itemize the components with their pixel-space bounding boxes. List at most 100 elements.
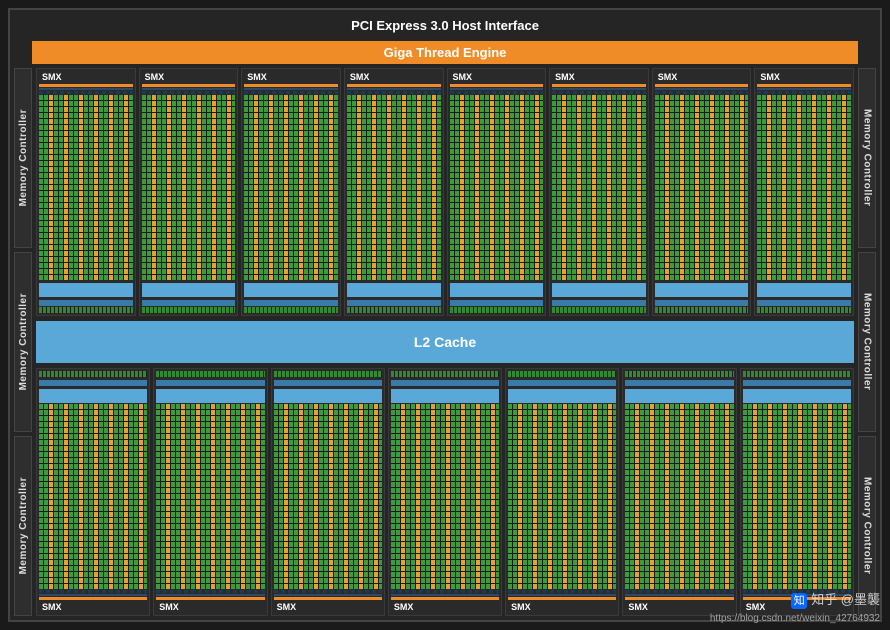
smx-dispatch-bar (142, 88, 236, 90)
smx-shared-mem (625, 389, 733, 403)
smx-scheduler-bar (743, 597, 851, 600)
smx-unit: SMX (36, 368, 150, 616)
smx-tex-units (743, 371, 851, 377)
memory-controller: Memory Controller (858, 68, 876, 248)
smx-tex-units (625, 371, 733, 377)
smx-label: SMX (156, 601, 264, 613)
smx-unit: SMX (447, 68, 547, 316)
smx-shared-mem (156, 389, 264, 403)
smx-core-grid (757, 95, 851, 280)
smx-l1-cache (743, 380, 851, 386)
smx-tex-units (757, 307, 851, 313)
smx-shared-mem (508, 389, 616, 403)
smx-register-row (391, 590, 499, 593)
smx-l1-cache (625, 380, 733, 386)
smx-dispatch-bar (391, 594, 499, 596)
memory-controller: Memory Controller (858, 436, 876, 616)
smx-l1-cache (244, 300, 338, 306)
memory-controller: Memory Controller (14, 68, 32, 248)
smx-shared-mem (142, 283, 236, 297)
smx-l1-cache (391, 380, 499, 386)
smx-core-grid (142, 95, 236, 280)
smx-core-grid (625, 404, 733, 589)
smx-shared-mem (757, 283, 851, 297)
smx-tex-units (391, 371, 499, 377)
smx-core-grid (655, 95, 749, 280)
smx-l1-cache (655, 300, 749, 306)
smx-label: SMX (244, 71, 338, 83)
smx-core-grid (274, 404, 382, 589)
smx-label: SMX (347, 71, 441, 83)
memory-controller: Memory Controller (14, 436, 32, 616)
smx-dispatch-bar (274, 594, 382, 596)
smx-dispatch-bar (743, 594, 851, 596)
memory-controller-label: Memory Controller (18, 109, 29, 206)
smx-label: SMX (450, 71, 544, 83)
smx-l1-cache (450, 300, 544, 306)
smx-l1-cache (757, 300, 851, 306)
smx-label: SMX (391, 601, 499, 613)
core-area: SMX SMX SMX SMX SMX SMX SMX SMX L2 Cache SMX SMX… (36, 68, 854, 616)
smx-dispatch-bar (655, 88, 749, 90)
smx-label: SMX (655, 71, 749, 83)
smx-register-row (142, 91, 236, 94)
smx-tex-units (655, 307, 749, 313)
smx-core-grid (244, 95, 338, 280)
smx-tex-units (39, 371, 147, 377)
smx-row-bottom: SMXSMXSMXSMXSMXSMXSMX (36, 368, 854, 616)
smx-scheduler-bar (757, 84, 851, 87)
smx-tex-units (156, 371, 264, 377)
smx-scheduler-bar (39, 597, 147, 600)
smx-register-row (508, 590, 616, 593)
smx-register-row (552, 91, 646, 94)
smx-shared-mem (39, 389, 147, 403)
smx-l1-cache (156, 380, 264, 386)
smx-scheduler-bar (347, 84, 441, 87)
smx-unit: SMX (241, 68, 341, 316)
smx-dispatch-bar (552, 88, 646, 90)
smx-l1-cache (142, 300, 236, 306)
smx-register-row (450, 91, 544, 94)
memory-controller: Memory Controller (14, 252, 32, 432)
smx-register-row (347, 91, 441, 94)
smx-core-grid (552, 95, 646, 280)
smx-shared-mem (552, 283, 646, 297)
memory-controller-column-right: Memory Controller Memory Controller Memory… (858, 68, 876, 616)
smx-unit: SMX (153, 368, 267, 616)
smx-dispatch-bar (450, 88, 544, 90)
smx-tex-units (552, 307, 646, 313)
smx-scheduler-bar (156, 597, 264, 600)
smx-scheduler-bar (244, 84, 338, 87)
smx-shared-mem (450, 283, 544, 297)
smx-unit: SMX (754, 68, 854, 316)
smx-shared-mem (39, 283, 133, 297)
pci-host-interface: PCI Express 3.0 Host Interface (14, 14, 876, 41)
smx-unit: SMX (36, 68, 136, 316)
smx-dispatch-bar (625, 594, 733, 596)
smx-dispatch-bar (156, 594, 264, 596)
smx-core-grid (508, 404, 616, 589)
smx-core-grid (347, 95, 441, 280)
smx-shared-mem (274, 389, 382, 403)
smx-l1-cache (347, 300, 441, 306)
smx-tex-units (142, 307, 236, 313)
smx-register-row (757, 91, 851, 94)
smx-core-grid (743, 404, 851, 589)
smx-dispatch-bar (757, 88, 851, 90)
l2-cache: L2 Cache (36, 321, 854, 363)
smx-shared-mem (743, 389, 851, 403)
smx-l1-cache (274, 380, 382, 386)
smx-label: SMX (39, 601, 147, 613)
smx-label: SMX (142, 71, 236, 83)
smx-scheduler-bar (655, 84, 749, 87)
smx-dispatch-bar (508, 594, 616, 596)
smx-tex-units (347, 307, 441, 313)
smx-register-row (39, 91, 133, 94)
memory-controller-label: Memory Controller (862, 109, 873, 206)
smx-tex-units (508, 371, 616, 377)
smx-unit: SMX (344, 68, 444, 316)
smx-unit: SMX (549, 68, 649, 316)
memory-controller: Memory Controller (858, 252, 876, 432)
memory-controller-label: Memory Controller (862, 293, 873, 390)
smx-shared-mem (391, 389, 499, 403)
